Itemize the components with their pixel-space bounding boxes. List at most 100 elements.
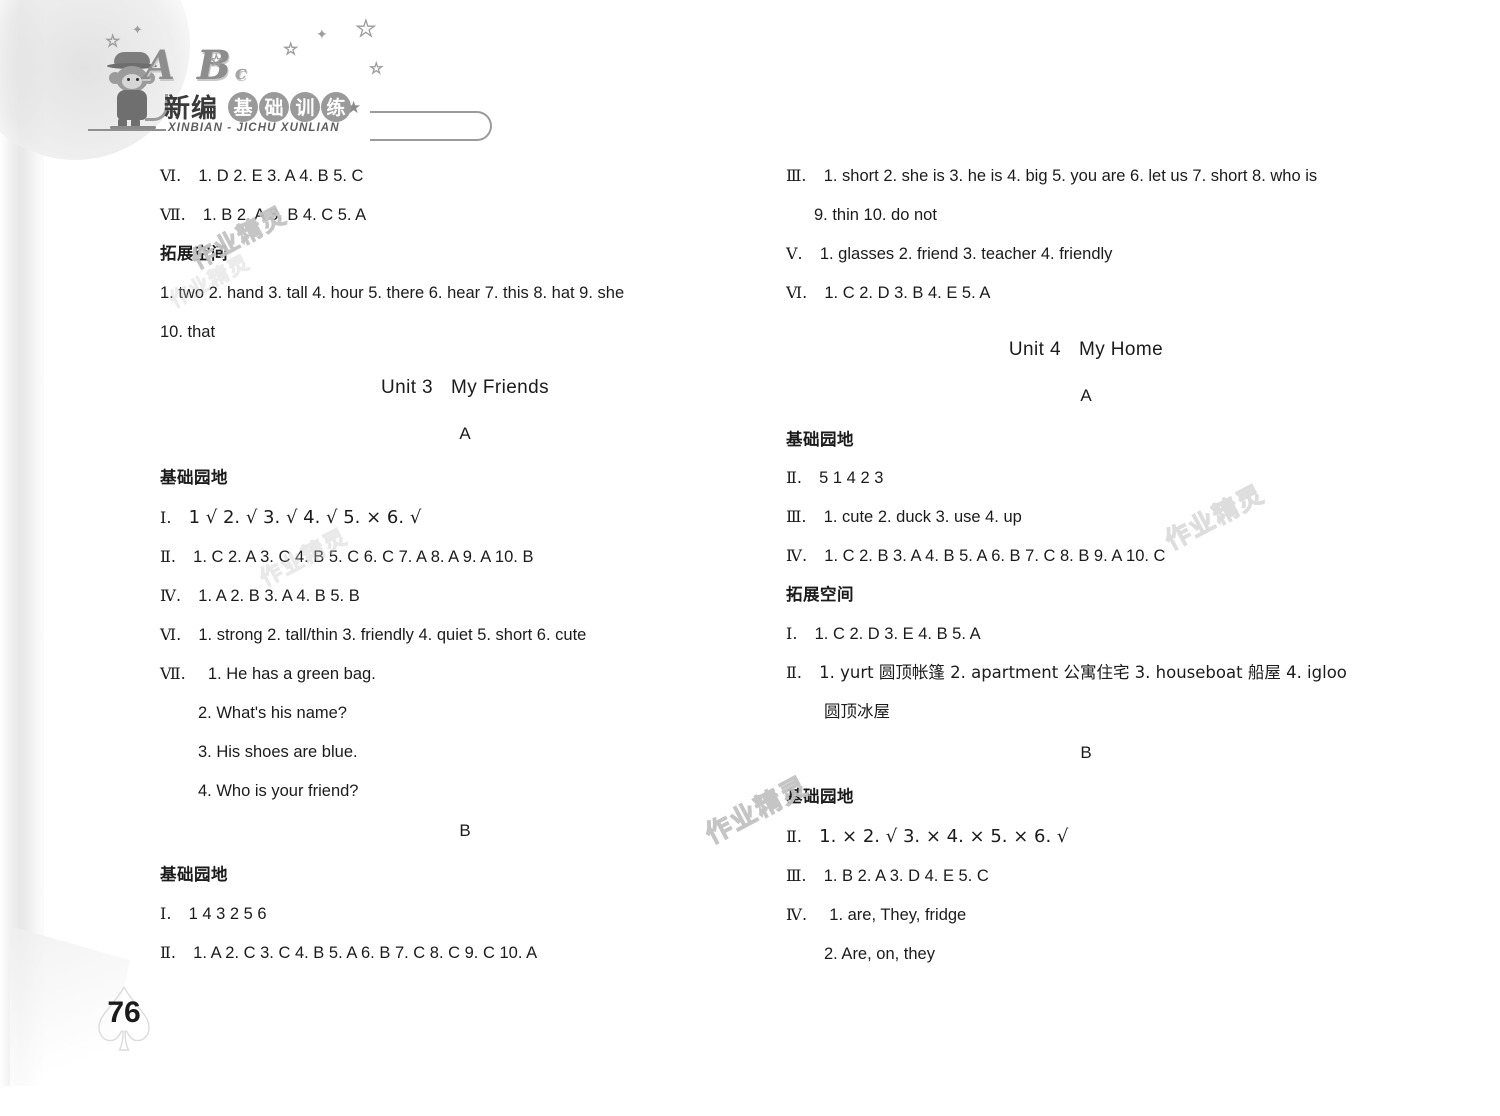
title-pill: 基 [228, 91, 259, 122]
unit-label: Unit 4 [1008, 338, 1061, 360]
answer-text: 1. cute 2. duck 3. use 4. up [823, 508, 1022, 526]
answer-row: Ⅰ. 1 4 3 2 5 6 [160, 903, 770, 923]
star-icon: ✦ [132, 22, 143, 37]
star-icon: ★ [283, 40, 298, 58]
answer-row: Ⅵ. 1. C 2. D 3. B 4. E 5. A [786, 285, 1386, 302]
answer-text: 3. His shoes are blue. [198, 743, 358, 761]
masthead-rule-right [370, 111, 492, 141]
section-letter-a: A [459, 424, 471, 443]
unit-title: Unit 3 My Friends [160, 378, 770, 397]
answer-roman: Ⅱ. [160, 942, 176, 962]
right-column: Ⅲ. 1. short 2. she is 3. he is 4. big 5.… [786, 168, 1386, 985]
answer-text: 1. C 2. D 3. E 4. B 5. A [814, 624, 981, 643]
answer-text: 1. × 2. √ 3. × 4. × 5. × 6. √ [819, 825, 1069, 847]
answer-roman: Ⅳ. [786, 546, 808, 565]
answer-row: Ⅱ. 1. yurt 圆顶帐篷 2. apartment 公寓住宅 3. hou… [786, 662, 1386, 682]
answer-text: 10. that [160, 322, 216, 341]
answer-row: Ⅱ. 5 1 4 2 3 [786, 470, 1386, 487]
answer-roman: Ⅲ. [786, 166, 807, 185]
answer-row: Ⅶ. 1. He has a green bag. [160, 666, 770, 683]
answer-roman: Ⅳ. [786, 905, 808, 924]
answer-text: 4. Who is your friend? [198, 782, 359, 800]
answer-row: Ⅲ. 1. cute 2. duck 3. use 4. up [786, 509, 1386, 526]
abc-letters: A Bc [144, 42, 251, 89]
answer-roman: Ⅱ. [786, 826, 802, 846]
answer-row: Ⅱ. 1. C 2. A 3. C 4. B 5. C 6. C 7. A 8.… [160, 549, 770, 566]
answer-row: 2. Are, on, they [786, 946, 1386, 963]
answer-text: 1. A 2. C 3. C 4. B 5. A 6. B 7. C 8. C … [193, 943, 538, 962]
unit-name: My Home [1078, 338, 1164, 360]
answer-text: 1 4 3 2 5 6 [188, 904, 267, 923]
star-icon: ★ [105, 32, 120, 50]
answer-roman: Ⅶ. [160, 205, 186, 224]
answer-row: 9. thin 10. do not [786, 207, 1386, 224]
section-heading-tuozhan: 拓展空间 [786, 585, 854, 604]
answer-row: Ⅱ. 1. × 2. √ 3. × 4. × 5. × 6. √ [786, 825, 1386, 847]
answer-text: 1 √ 2. √ 3. √ 4. √ 5. × 6. √ [188, 506, 422, 528]
section-letter-b: B [1080, 743, 1092, 762]
answer-text: 1. short 2. she is 3. he is 4. big 5. yo… [823, 167, 1318, 185]
answer-row: Ⅴ. 1. glasses 2. friend 3. teacher 4. fr… [786, 246, 1386, 263]
answer-row: 圆顶冰屋 [786, 701, 1386, 721]
answer-row: 3. His shoes are blue. [160, 744, 770, 761]
section-heading-jichu: 基础园地 [786, 429, 854, 449]
answer-row: Ⅵ. 1. strong 2. tall/thin 3. friendly 4.… [160, 627, 770, 644]
answer-text: 1. are, They, fridge [829, 906, 967, 924]
answer-text: 1. B 2. A 3. D 4. E 5. C [823, 867, 989, 885]
answer-text: 1. glasses 2. friend 3. teacher 4. frien… [819, 245, 1113, 263]
star-icon: ★ [355, 15, 376, 41]
answer-key-page: A Bc ★ ✦ ★ ★ ✦ ★ ★ ★ 新编 基 础 训 练 XINBIAN … [0, 0, 1500, 1116]
star-icon: ★ [209, 51, 223, 68]
answer-text: 1. C 2. D 3. B 4. E 5. A [824, 284, 991, 302]
section-heading-jichu: 基础园地 [786, 787, 854, 806]
answer-text: 1. C 2. B 3. A 4. B 5. A 6. B 7. C 8. B … [824, 547, 1166, 565]
answer-row: 1. two 2. hand 3. tall 4. hour 5. there … [160, 283, 770, 302]
answer-text: 1. A 2. B 3. A 4. B 5. B [198, 587, 360, 605]
answer-row: 10. that [160, 322, 770, 341]
answer-row: Ⅵ. 1. D 2. E 3. A 4. B 5. C [160, 168, 770, 185]
answer-text: 5 1 4 2 3 [819, 469, 884, 487]
title-pill: 练 [321, 91, 352, 122]
answer-row: Ⅲ. 1. B 2. A 3. D 4. E 5. C [786, 868, 1386, 885]
answer-roman: Ⅲ. [786, 866, 807, 885]
section-heading-jichu: 基础园地 [160, 468, 228, 487]
answer-row: Ⅰ. 1. C 2. D 3. E 4. B 5. A [786, 623, 1386, 643]
scan-edge-strip [22, 0, 44, 1086]
answer-row: Ⅳ. 1. A 2. B 3. A 4. B 5. B [160, 588, 770, 605]
answer-row: Ⅰ. 1 √ 2. √ 3. √ 4. √ 5. × 6. √ [160, 506, 770, 528]
answer-row: Ⅱ. 1. A 2. C 3. C 4. B 5. A 6. B 7. C 8.… [160, 942, 770, 962]
answer-roman: Ⅲ. [786, 507, 807, 526]
unit-label: Unit 3 [380, 377, 434, 398]
answer-text: 2. What's his name? [198, 704, 347, 722]
answer-roman: Ⅱ. [786, 468, 802, 487]
masthead-rule-left [88, 129, 166, 131]
left-column: Ⅵ. 1. D 2. E 3. A 4. B 5. C Ⅶ. 1. B 2. A… [160, 168, 770, 984]
star-icon: ✦ [316, 26, 328, 42]
section-letter-b: B [459, 821, 471, 840]
answer-roman: Ⅰ. [160, 507, 172, 527]
page-number-text: 76 [107, 996, 141, 1029]
answer-roman: Ⅰ. [160, 903, 172, 923]
answer-roman: Ⅵ. [160, 625, 182, 644]
answer-text: 1. B 2. A 3. B 4. C 5. A [202, 206, 367, 224]
answer-text: 1. D 2. E 3. A 4. B 5. C [198, 167, 364, 185]
answer-row: Ⅳ. 1. C 2. B 3. A 4. B 5. A 6. B 7. C 8.… [786, 548, 1386, 565]
section-heading-jichu: 基础园地 [160, 865, 228, 884]
page-number: ♠ 76 [78, 977, 170, 1064]
answer-row: Ⅲ. 1. short 2. she is 3. he is 4. big 5.… [786, 168, 1386, 185]
answer-row: 2. What's his name? [160, 705, 770, 722]
answer-roman: Ⅰ. [786, 623, 798, 643]
answer-text: 圆顶冰屋 [824, 701, 890, 721]
answer-roman: Ⅱ. [160, 547, 176, 566]
title-pill: 础 [259, 91, 290, 122]
book-title: 新编 基 础 训 练 [164, 88, 352, 125]
unit-name: My Friends [451, 377, 549, 398]
answer-roman: Ⅱ. [786, 662, 802, 682]
answer-row: Ⅳ. 1. are, They, fridge [786, 907, 1386, 924]
answer-roman: Ⅶ. [160, 664, 186, 683]
answer-text: 1. strong 2. tall/thin 3. friendly 4. qu… [198, 626, 587, 644]
answer-text: 1. two 2. hand 3. tall 4. hour 5. there … [160, 283, 625, 302]
answer-text: 1. He has a green bag. [207, 665, 376, 683]
title-pill: 训 [290, 91, 321, 122]
answer-row: Ⅶ. 1. B 2. A 3. B 4. C 5. A [160, 207, 770, 224]
